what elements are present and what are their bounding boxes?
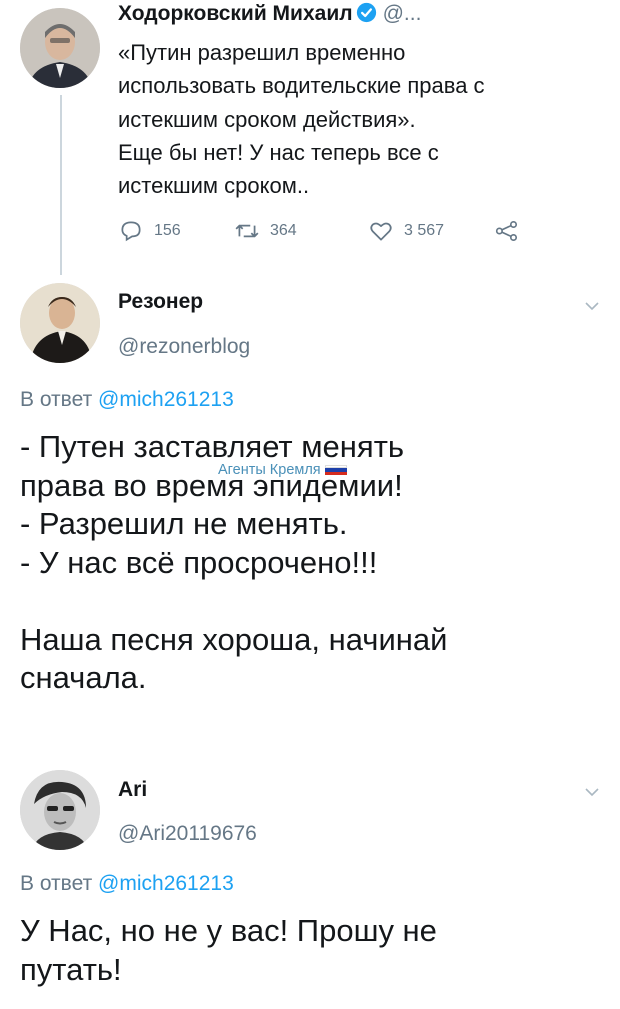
reply-text: У Нас, но не у вас! Прошу не путать! (20, 913, 437, 987)
reply-to-line: В ответ @mich261213 (20, 388, 234, 412)
reply-author-name[interactable]: Резонер (118, 290, 203, 314)
reply-prefix: В ответ (20, 872, 93, 895)
avatar-photo (20, 770, 100, 850)
avatar-photo (20, 283, 100, 363)
reply-author-handle[interactable]: @rezonerblog (118, 335, 250, 359)
tweet-text: «Путин разрешил временно использовать во… (118, 40, 485, 199)
chevron-down-icon[interactable] (584, 786, 600, 798)
reply-prefix: В ответ (20, 388, 93, 411)
avatar[interactable] (20, 770, 100, 850)
share-action[interactable] (494, 218, 520, 244)
like-count: 3 567 (404, 222, 445, 239)
avatar-photo (20, 8, 100, 88)
thread-line (60, 95, 62, 275)
reply-to-link[interactable]: @mich261213 (98, 388, 234, 411)
russian-flag-icon (324, 465, 347, 475)
avatar[interactable] (20, 8, 100, 88)
like-action[interactable]: 3 567 (368, 218, 444, 244)
tweet-author[interactable]: Ходорковский Михаил @... (118, 2, 421, 26)
reply-author-handle[interactable]: @Ari20119676 (118, 822, 257, 846)
retweet-count: 364 (270, 222, 297, 239)
chevron-down-icon[interactable] (584, 300, 600, 312)
reply-icon (121, 221, 141, 242)
watermark: Агенты Кремля (218, 462, 347, 478)
author-handle[interactable]: @... (383, 2, 422, 25)
retweet-icon (235, 224, 259, 238)
reply-author-name[interactable]: Ari (118, 778, 147, 802)
reply-to-link[interactable]: @mich261213 (98, 872, 234, 895)
like-icon (370, 222, 392, 241)
tweet-actions: 156 364 3 567 (118, 218, 538, 248)
avatar[interactable] (20, 283, 100, 363)
reply-count: 156 (154, 222, 181, 239)
reply-to-line: В ответ @mich261213 (20, 872, 234, 896)
reply-action[interactable]: 156 (118, 218, 181, 244)
verified-badge-icon (356, 2, 376, 23)
author-name[interactable]: Ходорковский Михаил (118, 2, 353, 25)
share-icon (495, 220, 518, 242)
retweet-action[interactable]: 364 (234, 218, 297, 244)
watermark-text: Агенты Кремля (218, 462, 321, 478)
